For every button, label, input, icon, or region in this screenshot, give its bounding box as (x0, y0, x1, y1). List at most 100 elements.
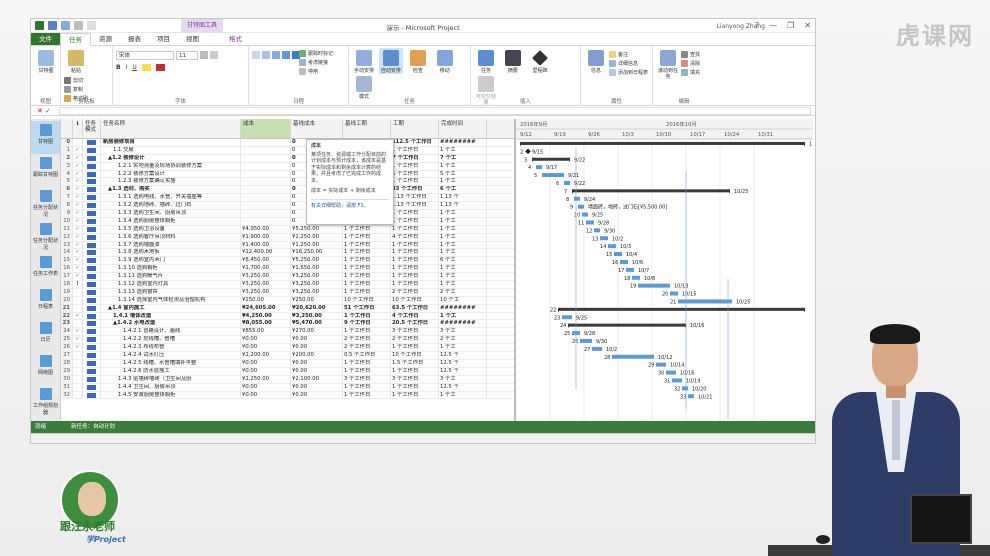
row-duration[interactable]: 1 个工作日 (343, 249, 391, 257)
table-row[interactable]: 3✓1.2.1 实地测量及现场协调装修方案01 个工作日1 个工作日1 个工 (61, 162, 514, 171)
row-baseline-cost[interactable]: ¥1,250.00 (291, 241, 343, 249)
row-baseline-duration[interactable]: 1 个工作日 (391, 383, 439, 391)
row-id[interactable]: 11 (61, 225, 73, 233)
row-mode[interactable] (83, 273, 101, 281)
row-indicator[interactable]: ✓ (73, 344, 83, 352)
row-baseline-duration[interactable]: 1 个工作日 (391, 265, 439, 273)
table-row[interactable]: 10✓1.3.4 选购厨房整体橱柜01 个工作日1 个工作日1 个工 (61, 217, 514, 226)
table-row[interactable]: 27 1.4.2.4 试水打压 ¥2,200.00 ¥200.00 0.5 个工作日 10… (61, 352, 514, 360)
new-task-mode[interactable]: 新任务：自动计划 (71, 421, 115, 433)
row-baseline-duration[interactable]: 7 个工作日 (391, 154, 439, 162)
row-cost[interactable]: ¥4,250.00 (241, 312, 291, 320)
row-duration[interactable]: 0.5 个工作日 (343, 352, 391, 359)
row-name[interactable]: 1.4.2.6 防水层施工 (101, 367, 241, 375)
table-row[interactable]: 8✓1.3.2 选购地砖、墙砖、过门石01 个工作日1.13 个工作日1.13 … (61, 202, 514, 211)
row-baseline-duration[interactable]: 1 个工作日 (391, 217, 439, 225)
header-work[interactable]: 工期 (391, 119, 439, 138)
row-cost[interactable] (241, 202, 291, 210)
row-baseline-cost[interactable]: ¥0.00 (291, 383, 343, 391)
table-row[interactable]: 6✓▲1.3 选材、购买028 个工作日33 个工作日6 个工 (61, 186, 514, 195)
row-indicator[interactable]: ✓ (73, 178, 83, 186)
row-baseline-duration[interactable]: 1 个工作日 (391, 162, 439, 170)
row-finish[interactable]: 7 个工 (439, 154, 487, 162)
row-name[interactable]: 1.3.3 选购卫生间、厨房吊顶 (101, 210, 241, 217)
row-baseline-duration[interactable]: 1.13 个工作日 (391, 194, 439, 202)
font-color-icon[interactable] (155, 64, 165, 71)
close-button[interactable]: ✕ (804, 21, 811, 30)
row-cost[interactable]: ¥4,950.00 (241, 225, 291, 233)
row-cost[interactable]: ¥3,250.00 (241, 281, 291, 288)
row-finish[interactable]: 1 个工 (439, 281, 487, 288)
row-baseline-cost[interactable]: ¥0.00 (291, 367, 343, 375)
row-finish[interactable]: 1.13 个 (439, 202, 487, 210)
row-mode[interactable] (83, 186, 101, 194)
row-baseline-cost[interactable]: ¥3,250.00 (291, 273, 343, 281)
row-duration[interactable]: 10 个工作日 (343, 296, 391, 304)
row-baseline-cost[interactable]: ¥0.00 (291, 336, 343, 344)
tab-view[interactable]: 视图 (178, 33, 207, 45)
row-id[interactable]: 4 (61, 170, 73, 178)
row-mode[interactable] (83, 296, 101, 304)
row-mode[interactable] (83, 257, 101, 265)
row-cost[interactable]: ¥8,055.00 (241, 320, 291, 328)
row-baseline-duration[interactable]: 1 个工作日 (391, 391, 439, 399)
info-button[interactable]: 信息 (584, 48, 608, 74)
row-cost[interactable]: ¥24,605.00 (241, 304, 291, 312)
row-mode[interactable] (83, 281, 101, 288)
move-button[interactable]: 移动 (433, 48, 457, 74)
row-cost[interactable] (241, 178, 291, 186)
row-id[interactable]: 3 (61, 162, 73, 170)
view-bar-item[interactable]: 甘特图 (31, 121, 60, 154)
row-name[interactable]: ▲1.4 室内施工 (101, 304, 241, 312)
row-id[interactable]: 5 (61, 178, 73, 186)
row-finish[interactable]: ######## (439, 320, 487, 328)
details-button[interactable]: 详细信息 (609, 59, 648, 68)
row-baseline-cost[interactable]: ¥2,100.00 (291, 375, 343, 383)
row-id[interactable]: 13 (61, 241, 73, 249)
row-cost[interactable] (241, 186, 291, 194)
row-finish[interactable]: 12.5 个 (439, 367, 487, 375)
row-finish[interactable]: 5 个工 (439, 170, 487, 178)
row-finish[interactable]: 12.5 个 (439, 352, 487, 359)
tab-file[interactable]: 文件 (31, 33, 60, 45)
header-mode[interactable]: 任务模式 (83, 119, 101, 138)
row-finish[interactable]: 1 个工 (439, 241, 487, 249)
tab-report[interactable]: 报表 (120, 33, 149, 45)
row-id[interactable]: 27 (61, 352, 73, 359)
row-duration[interactable]: 1 个工作日 (343, 288, 391, 296)
row-cost[interactable]: ¥1,400.00 (241, 241, 291, 249)
row-cost[interactable] (241, 217, 291, 225)
row-baseline-duration[interactable]: 1 个工作日 (391, 257, 439, 265)
row-indicator[interactable] (73, 139, 83, 146)
table-row[interactable]: 28 1.4.2.5 线槽、水管槽填补平整 ¥0.00 ¥0.00 1 个工作日 1.5 … (61, 359, 514, 368)
row-name[interactable]: 1.2.3 装修方案确认实施 (101, 178, 241, 186)
row-duration[interactable]: 1 个工作日 (343, 265, 391, 273)
row-name[interactable]: 1.4.2.1 冒路设计、画线 (101, 328, 241, 336)
row-cost[interactable]: ¥2,200.00 (241, 352, 291, 359)
row-finish[interactable]: 6 个工 (439, 186, 487, 194)
row-id[interactable]: 7 (61, 194, 73, 202)
bold-button[interactable]: B (116, 64, 121, 71)
row-duration[interactable]: 1 个工作日 (343, 273, 391, 281)
clear-button[interactable]: 清除 (681, 59, 700, 68)
row-finish[interactable]: 2 个工 (439, 288, 487, 296)
row-indicator[interactable]: ✓ (73, 336, 83, 344)
row-cost[interactable] (241, 154, 291, 162)
row-cost[interactable]: ¥12,400.00 (241, 249, 291, 257)
table-row[interactable]: 1✓1.1 交房00 个工作日1 个工作日1 个工 (61, 146, 514, 155)
row-baseline-cost[interactable]: ¥200.00 (291, 352, 343, 359)
row-mode[interactable] (83, 383, 101, 391)
row-cost[interactable]: ¥0.00 (241, 391, 291, 399)
notes-button[interactable]: 备注 (609, 50, 648, 59)
row-name[interactable]: 1.4.5 安装厨房整体橱柜 (101, 391, 241, 399)
insert-task-button[interactable]: 任务 (474, 48, 498, 74)
row-id[interactable]: 0 (61, 139, 73, 146)
tab-format[interactable]: 格式 (221, 33, 250, 45)
table-row[interactable]: 30 1.4.3 贴墙砖墙砖（卫生间及厨 ¥2,250.00 ¥2,100.00 3 个… (61, 375, 514, 384)
row-cost[interactable]: ¥0.00 (241, 359, 291, 367)
row-id[interactable]: 26 (61, 344, 73, 352)
row-cost[interactable]: ¥250.00 (241, 296, 291, 304)
row-mode[interactable] (83, 178, 101, 186)
row-indicator[interactable]: ✓ (73, 186, 83, 194)
row-id[interactable]: 16 (61, 265, 73, 273)
